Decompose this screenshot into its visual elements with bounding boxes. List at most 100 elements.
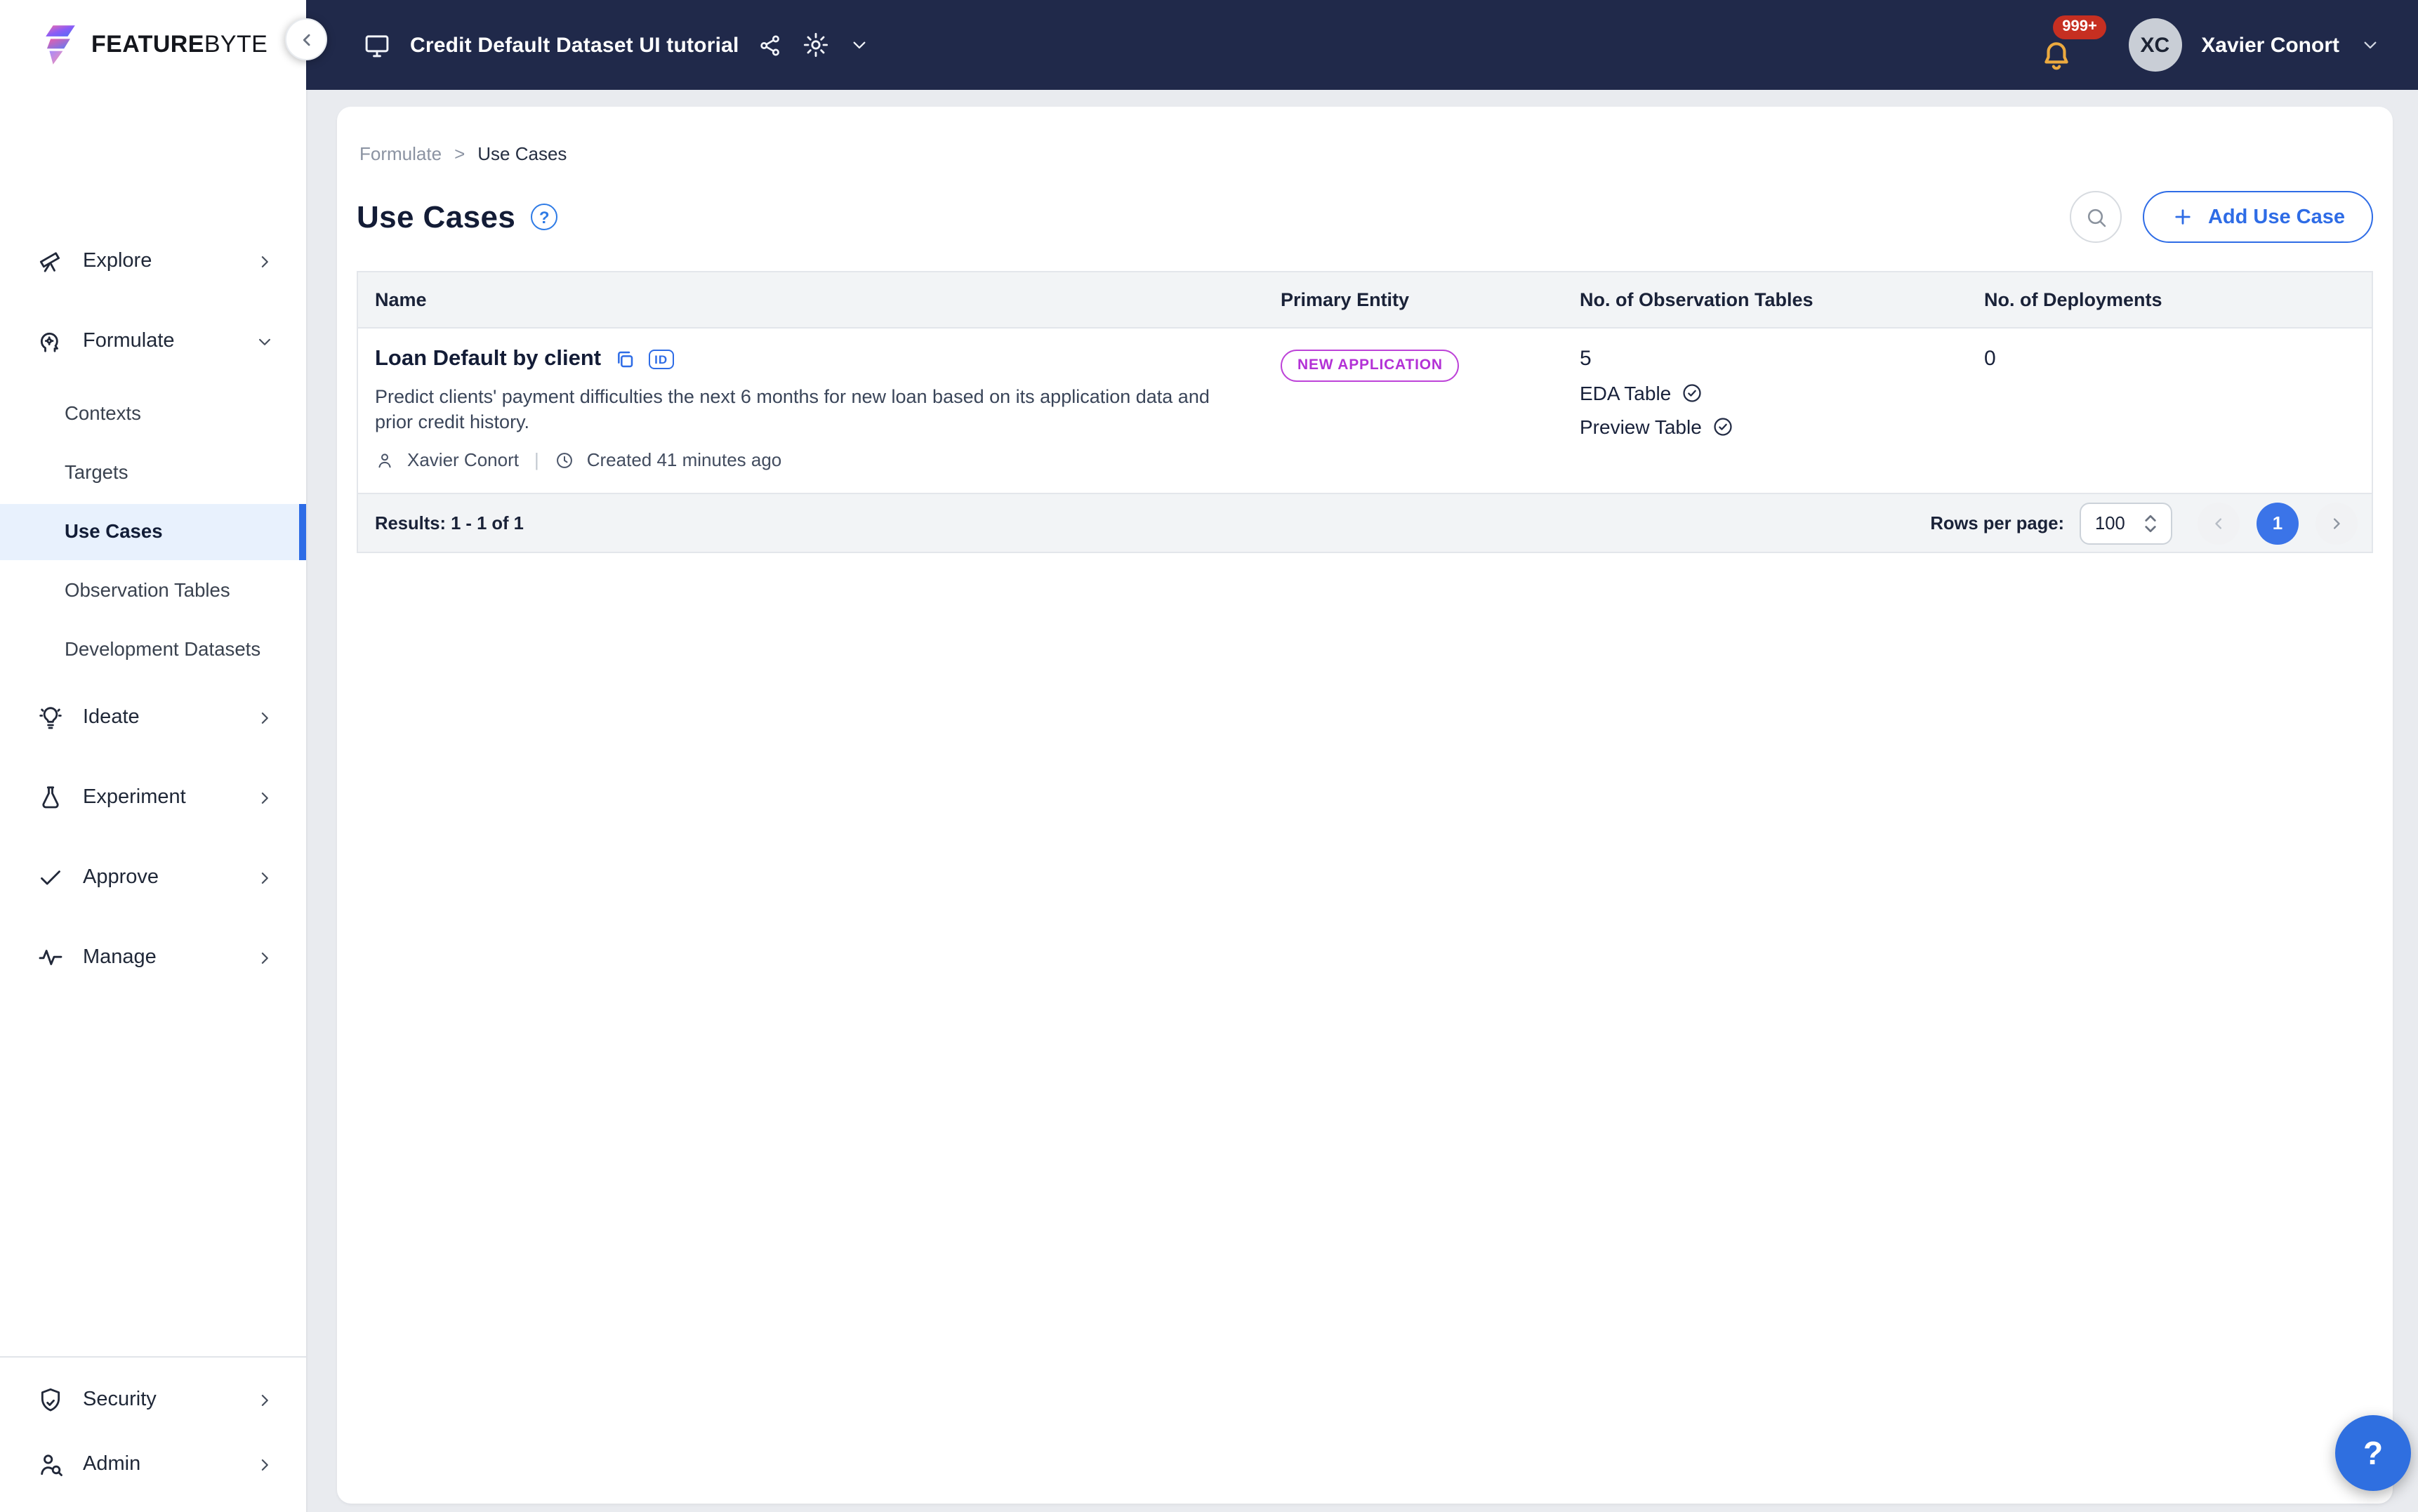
page-header: Use Cases ? Add Use Case: [357, 191, 2373, 243]
activity-icon: [37, 943, 65, 971]
sidebar-item-ideate[interactable]: Ideate: [0, 689, 306, 745]
app-root: Credit Default Dataset UI tutorial 999+ …: [0, 0, 2418, 1512]
chevron-right-icon: [254, 867, 275, 888]
sidebar-item-contexts[interactable]: Contexts: [0, 386, 306, 442]
table-footer: Results: 1 - 1 of 1 Rows per page: 100 1: [358, 493, 2372, 552]
chevron-right-icon: [254, 947, 275, 968]
sidebar: FEATUREBYTE Explore Formulate Contexts T…: [0, 0, 306, 1512]
sidebar-item-label: Security: [83, 1388, 157, 1411]
observation-table-label: EDA Table: [1580, 382, 1672, 404]
add-use-case-button[interactable]: Add Use Case: [2143, 191, 2373, 243]
page-title: Use Cases: [357, 199, 516, 234]
chevron-right-icon: [254, 1454, 275, 1475]
sidebar-item-label: Experiment: [83, 786, 186, 809]
use-case-meta: Xavier Conort | Created 41 minutes ago: [375, 449, 1264, 470]
primary-entity-cell: NEW APPLICATION: [1264, 347, 1563, 470]
observation-tables-cell: 5 EDA Table Preview Table: [1563, 347, 1967, 470]
use-case-name-link[interactable]: Loan Default by client: [375, 347, 601, 372]
featurebyte-logo: FEATUREBYTE: [0, 0, 306, 90]
observation-table-item: EDA Table: [1580, 382, 1967, 404]
column-header-primary-entity: Primary Entity: [1281, 289, 1410, 310]
shield-check-icon: [37, 1386, 65, 1414]
formulate-submenu: Contexts Targets Use Cases Observation T…: [0, 386, 306, 678]
rows-per-page-input[interactable]: [2095, 512, 2143, 533]
sidebar-item-formulate[interactable]: Formulate: [0, 313, 306, 369]
breadcrumb: Formulate > Use Cases: [359, 143, 2370, 164]
sidebar-item-admin[interactable]: Admin: [0, 1436, 306, 1492]
table-header-row: Name Primary Entity No. of Observation T…: [358, 272, 2372, 329]
rows-per-page-stepper[interactable]: [2080, 502, 2172, 544]
copy-icon[interactable]: [614, 348, 636, 371]
use-cases-table: Name Primary Entity No. of Observation T…: [357, 271, 2373, 553]
project-title: Credit Default Dataset UI tutorial: [410, 33, 739, 57]
sidebar-item-security[interactable]: Security: [0, 1372, 306, 1428]
featurebyte-logo-icon: [46, 25, 75, 65]
copy-id-icon[interactable]: ID: [649, 349, 674, 370]
head-gear-icon: [37, 327, 65, 355]
sidebar-item-experiment[interactable]: Experiment: [0, 769, 306, 825]
gear-icon[interactable]: [802, 31, 831, 59]
created-timestamp: Created 41 minutes ago: [586, 449, 782, 470]
check-circle-icon: [1712, 416, 1734, 438]
sidebar-item-targets[interactable]: Targets: [0, 445, 306, 501]
sidebar-item-approve[interactable]: Approve: [0, 849, 306, 906]
sidebar-item-label: Ideate: [83, 706, 140, 729]
chevron-down-icon: [254, 331, 275, 352]
topbar: Credit Default Dataset UI tutorial 999+ …: [0, 0, 2418, 90]
page-number-button[interactable]: 1: [2257, 502, 2299, 544]
sidebar-item-label: Formulate: [83, 330, 175, 352]
observation-table-label: Preview Table: [1580, 416, 1702, 438]
rows-per-page-label: Rows per page:: [1930, 512, 2064, 533]
stepper-arrows-icon[interactable]: [2143, 510, 2158, 536]
sidebar-item-development-datasets[interactable]: Development Datasets: [0, 622, 306, 678]
column-header-observation-tables: No. of Observation Tables: [1580, 289, 1814, 310]
meta-divider: |: [534, 449, 539, 470]
check-icon: [37, 863, 65, 891]
chevron-right-icon: [254, 251, 275, 272]
notifications-button[interactable]: 999+: [2035, 15, 2108, 73]
bell-icon: [2038, 38, 2073, 73]
chevron-right-icon: [254, 1389, 275, 1410]
sidebar-item-manage[interactable]: Manage: [0, 929, 306, 986]
column-header-deployments: No. of Deployments: [1984, 289, 2162, 310]
monitor-icon: [362, 30, 392, 60]
search-button[interactable]: [2070, 191, 2122, 243]
user-name[interactable]: Xavier Conort: [2201, 33, 2339, 57]
breadcrumb-current: Use Cases: [477, 143, 567, 164]
chevron-right-icon: [254, 787, 275, 808]
sidebar-item-observation-tables[interactable]: Observation Tables: [0, 563, 306, 619]
sidebar-item-label: Explore: [83, 250, 152, 272]
sidebar-item-explore[interactable]: Explore: [0, 233, 306, 289]
sidebar-bottom-section: Security Admin: [0, 1356, 306, 1512]
user-icon: [375, 450, 395, 470]
project-menu-chevron-down-icon[interactable]: [849, 34, 871, 56]
sidebar-item-label: Admin: [83, 1453, 141, 1475]
content-card: Formulate > Use Cases Use Cases ? Add Us…: [337, 107, 2393, 1504]
user-menu-chevron-down-icon[interactable]: [2359, 34, 2381, 56]
check-circle-icon: [1681, 382, 1703, 404]
user-search-icon: [37, 1450, 65, 1478]
observation-table-item: Preview Table: [1580, 416, 1967, 438]
help-button[interactable]: ?: [2335, 1415, 2411, 1491]
next-page-button[interactable]: [2315, 502, 2358, 544]
breadcrumb-separator: >: [454, 143, 465, 164]
table-row: Loan Default by client ID Predict client…: [358, 329, 2372, 493]
help-question-icon[interactable]: ?: [531, 204, 558, 230]
avatar[interactable]: XC: [2128, 18, 2182, 72]
primary-entity-badge[interactable]: NEW APPLICATION: [1281, 350, 1460, 381]
clock-icon: [555, 450, 574, 470]
breadcrumb-parent-link[interactable]: Formulate: [359, 143, 442, 164]
add-use-case-label: Add Use Case: [2207, 206, 2345, 228]
flask-icon: [37, 783, 65, 811]
sidebar-collapse-button[interactable]: [285, 18, 327, 60]
column-header-name: Name: [375, 289, 427, 310]
author-name: Xavier Conort: [407, 449, 519, 470]
sidebar-item-label: Approve: [83, 866, 159, 889]
plus-icon: [2172, 205, 2195, 229]
sidebar-item-label: Manage: [83, 946, 157, 969]
pagination: 1: [2198, 502, 2358, 544]
sidebar-item-use-cases[interactable]: Use Cases: [0, 504, 306, 560]
previous-page-button[interactable]: [2198, 502, 2240, 544]
search-icon: [2084, 204, 2109, 230]
share-icon[interactable]: [758, 32, 784, 58]
